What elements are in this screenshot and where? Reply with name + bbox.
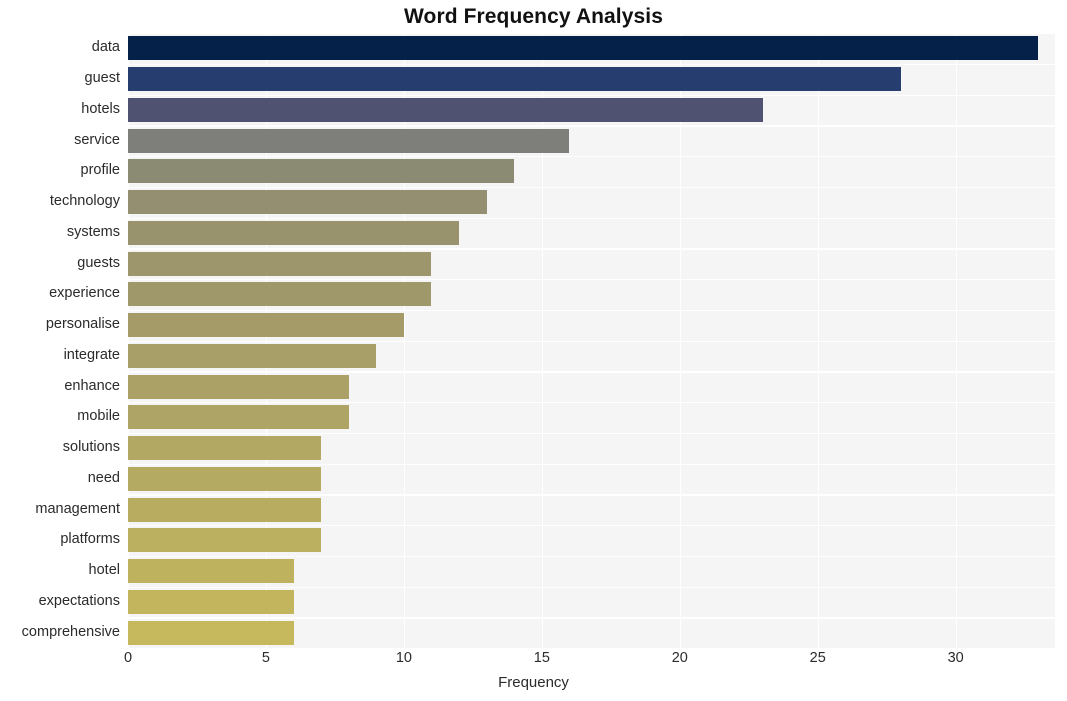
y-tick-label: platforms bbox=[60, 531, 120, 548]
y-tick-label: service bbox=[74, 131, 120, 148]
y-tick-label: hotel bbox=[88, 562, 120, 579]
y-tick-label: need bbox=[87, 469, 120, 486]
x-tick-label: 25 bbox=[809, 650, 826, 666]
y-tick-label: personalise bbox=[45, 316, 120, 333]
x-tick-label: 0 bbox=[123, 650, 133, 666]
y-tick-label: technology bbox=[49, 193, 120, 210]
y-tick-label: integrate bbox=[63, 346, 120, 363]
chart-title: Word Frequency Analysis bbox=[403, 5, 664, 28]
y-tick-label: profile bbox=[80, 162, 121, 179]
x-tick-label: 30 bbox=[947, 650, 964, 666]
y-tick-label: solutions bbox=[62, 439, 120, 456]
y-axis-tick-labels: data guest hotels service profile technology s… bbox=[0, 33, 1067, 648]
y-tick-label: management bbox=[35, 500, 120, 517]
y-tick-label: enhance bbox=[64, 377, 120, 394]
x-tick-label: 20 bbox=[671, 650, 688, 666]
x-axis-tick-labels: 0 5 10 15 20 25 30 bbox=[0, 650, 1067, 674]
chart-figure: Word Frequency Analysis data guest hotels s… bbox=[0, 0, 1067, 701]
x-axis-label: Frequency bbox=[498, 674, 569, 691]
y-tick-label: experience bbox=[49, 285, 120, 302]
x-tick-label: 15 bbox=[533, 650, 550, 666]
y-tick-label: expectations bbox=[38, 592, 120, 609]
x-tick-label: 5 bbox=[261, 650, 270, 666]
y-tick-label: systems bbox=[66, 223, 120, 240]
y-tick-label: guest bbox=[84, 70, 120, 87]
y-tick-label: mobile bbox=[77, 408, 120, 425]
y-tick-label: comprehensive bbox=[21, 623, 120, 640]
y-tick-label: guests bbox=[77, 254, 120, 271]
y-tick-label: hotels bbox=[81, 100, 120, 117]
y-tick-label: data bbox=[91, 39, 120, 56]
x-tick-label: 10 bbox=[395, 650, 412, 666]
